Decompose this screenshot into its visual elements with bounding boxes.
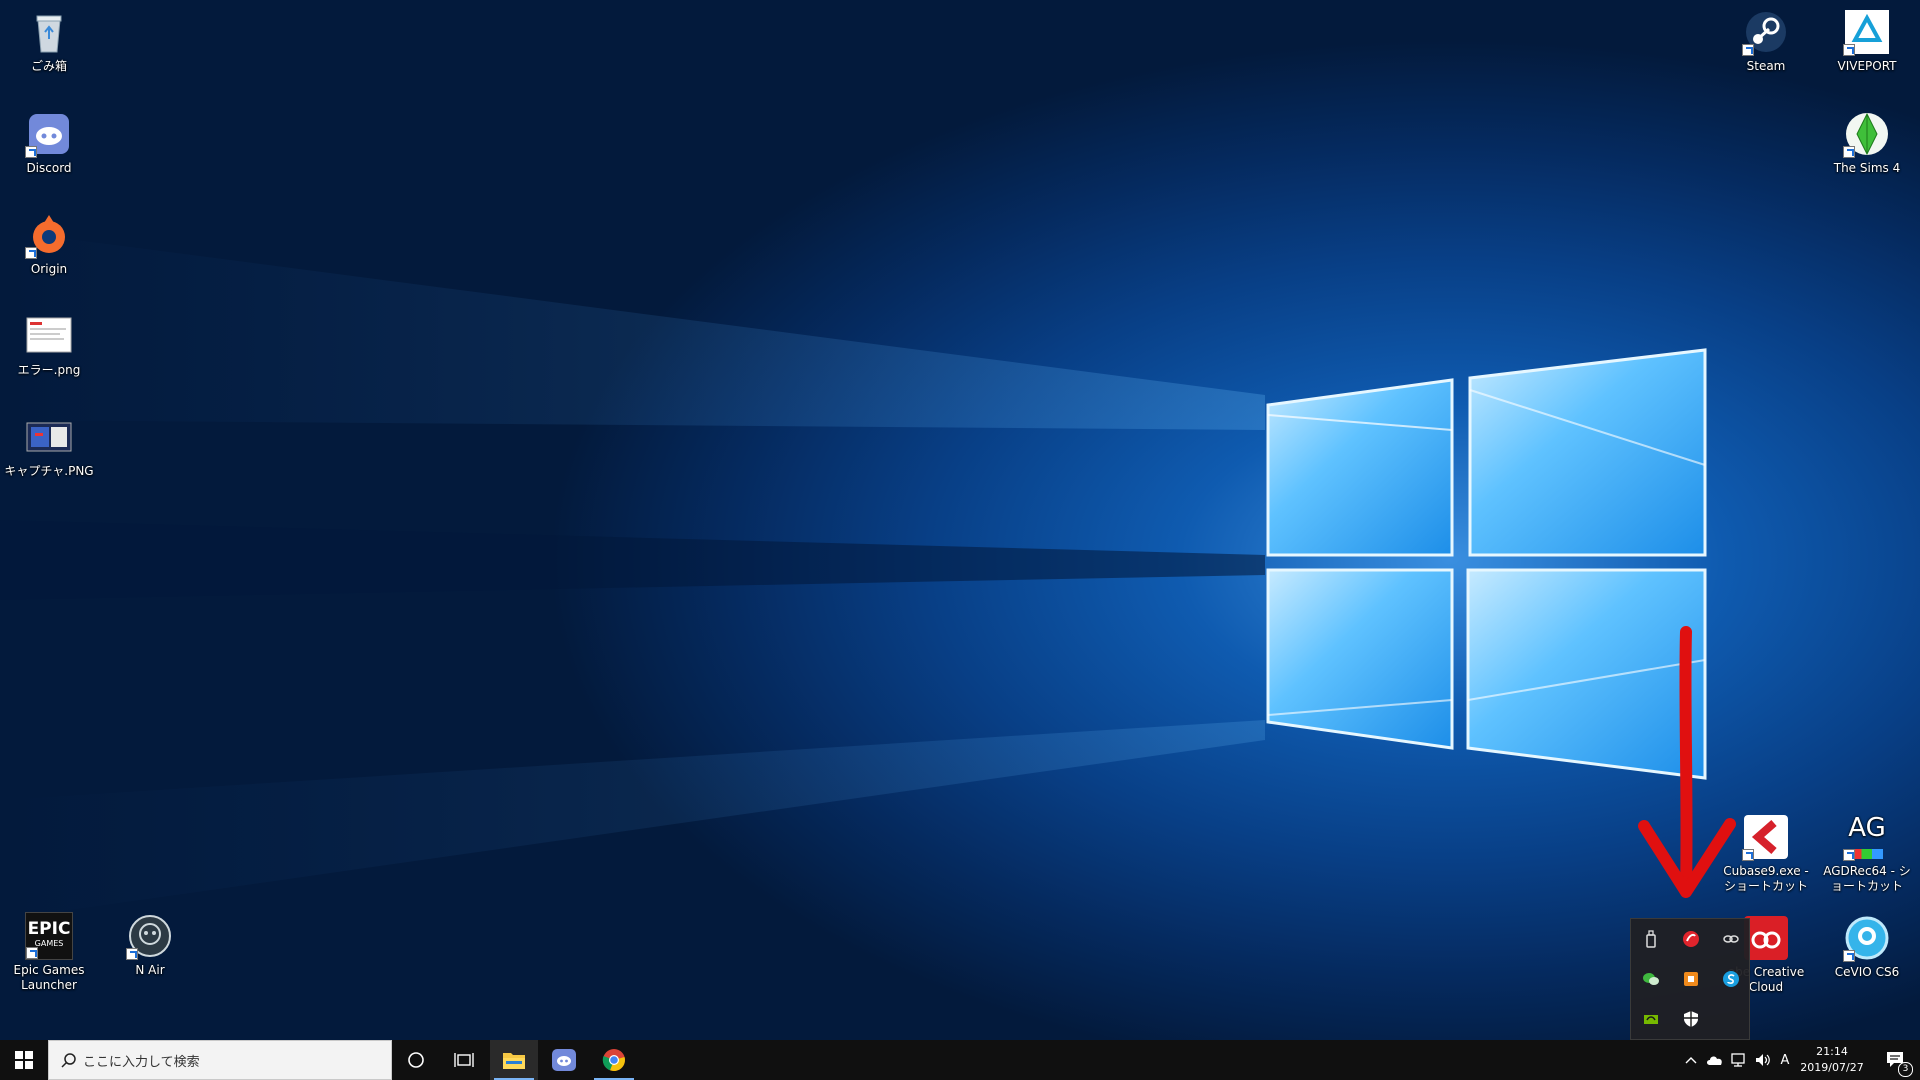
tray-volume[interactable] [1751,1040,1775,1080]
desktop-icon-label: Discord [26,161,72,175]
desktop-icon-label: Origin [30,262,68,276]
action-center-button[interactable]: 3 [1878,1040,1914,1080]
recycle-bin-icon [25,8,73,56]
orange-app-icon [1684,972,1698,986]
search-placeholder: ここに入力して検索 [83,1054,200,1070]
task-view-button[interactable] [440,1040,488,1080]
desktop-icon-label: エラー.png [17,363,81,377]
taskbar-chrome[interactable] [590,1040,638,1080]
desktop-icon-label: N Air [135,963,165,977]
steam-icon [1742,8,1790,56]
tray-overflow-popup [1630,918,1750,1040]
sims-plumbob-icon [1843,110,1891,158]
agdrec-icon: AG [1843,813,1891,861]
notification-count-badge: 3 [1898,1062,1913,1077]
shortcut-arrow-icon [126,948,138,960]
show-hidden-icons-button[interactable] [1680,1040,1702,1080]
tray-nvidia[interactable] [1631,999,1671,1039]
desktop-icon-label: Epic Games Launcher [13,963,85,992]
shortcut-arrow-icon [26,947,38,959]
image-file-icon [25,413,73,461]
search-icon [61,1053,76,1068]
desktop-icon-cevio[interactable]: CeVIO CS6 [1821,914,1913,980]
tray-link[interactable] [1711,919,1751,959]
cloud-icon [1707,1056,1722,1065]
desktop-icon-steam[interactable]: Steam [1720,8,1812,74]
taskbar-discord[interactable] [540,1040,588,1080]
search-box[interactable]: ここに入力して検索 [48,1040,392,1080]
skype-icon [1723,971,1739,987]
desktop-icon-agdrec[interactable]: AG AGDRec64 - ショートカット [1821,813,1913,894]
tray-orange-app[interactable] [1671,959,1711,999]
image-file-icon [25,312,73,360]
taskbar: ここに入力して検索 A 21:14 2019/07/27 3 [0,1040,1920,1080]
shortcut-arrow-icon [1843,146,1855,158]
discord-icon [552,1049,576,1071]
desktop-icon-sims4[interactable]: The Sims 4 [1821,110,1913,176]
epic-logo-text: EPIC [27,919,71,939]
desktop-icon-label: Steam [1746,59,1786,73]
desktop-icon-error-png[interactable]: エラー.png [3,312,95,378]
cortana-button[interactable] [392,1040,440,1080]
red-app-icon [1683,931,1699,947]
desktop-icon-label: The Sims 4 [1833,161,1901,175]
desktop-icon-viveport[interactable]: VIVEPORT [1821,8,1913,74]
discord-icon [25,110,73,158]
agdrec-color-bars [1851,849,1883,859]
desktop-icon-epic-games[interactable]: EPIC GAMES Epic Games Launcher [3,912,95,993]
desktop-icon-n-air[interactable]: N Air [104,912,196,978]
epic-games-icon: EPIC GAMES [25,912,73,960]
clock[interactable]: 21:14 2019/07/27 [1786,1040,1878,1080]
security-shield-icon [1684,1011,1698,1027]
chevron-up-icon [1685,1057,1697,1064]
tray-skype[interactable] [1711,959,1751,999]
desktop: ごみ箱 Discord Origin エラー.png キャプチャ.PNG EPI… [0,0,1920,1040]
tray-red-app[interactable] [1671,919,1711,959]
cortana-icon [408,1052,424,1068]
desktop-icon-label: AGDRec64 - ショートカット [1823,864,1911,893]
desktop-icon-label: キャプチャ.PNG [4,464,94,478]
network-icon [1731,1053,1745,1067]
desktop-icon-capture-png[interactable]: キャプチャ.PNG [3,413,95,479]
origin-icon [25,211,73,259]
tray-usb-drive[interactable] [1631,919,1671,959]
shortcut-arrow-icon [25,247,37,259]
desktop-icon-label: VIVEPORT [1837,59,1897,73]
desktop-icon-discord[interactable]: Discord [3,110,95,176]
wechat-icon [1643,973,1659,985]
cubase-icon [1742,813,1790,861]
usb-drive-icon [1646,930,1656,948]
desktop-icon-origin[interactable]: Origin [3,211,95,277]
tray-network[interactable] [1727,1040,1751,1080]
shortcut-arrow-icon [1742,849,1754,861]
agdrec-logo-text: AG [1848,813,1886,843]
shortcut-arrow-icon [1843,950,1855,962]
tray-wechat[interactable] [1631,959,1671,999]
shortcut-arrow-icon [1843,44,1855,56]
shortcut-arrow-icon [1742,44,1754,56]
cevio-icon [1843,914,1891,962]
nvidia-icon [1644,1015,1658,1024]
clock-time: 21:14 [1816,1045,1848,1058]
shortcut-arrow-icon [25,146,37,158]
folder-icon [503,1053,525,1069]
desktop-icon-label: ごみ箱 [30,59,67,73]
desktop-icon-recycle-bin[interactable]: ごみ箱 [3,8,95,74]
link-icon [1723,935,1739,943]
windows-start-icon [15,1051,33,1069]
tray-onedrive[interactable] [1703,1040,1727,1080]
start-button[interactable] [0,1040,48,1080]
red-arrow-annotation [1638,626,1736,898]
chrome-icon [602,1049,625,1072]
task-view-icon [454,1053,474,1067]
tray-security[interactable] [1671,999,1711,1039]
shortcut-arrow-icon [1843,849,1855,861]
taskbar-file-explorer[interactable] [490,1040,538,1080]
viveport-icon [1843,8,1891,56]
desktop-icon-label: CeVIO CS6 [1834,965,1900,979]
n-air-icon [126,912,174,960]
speaker-icon [1756,1054,1770,1066]
clock-date: 2019/07/27 [1800,1061,1864,1074]
